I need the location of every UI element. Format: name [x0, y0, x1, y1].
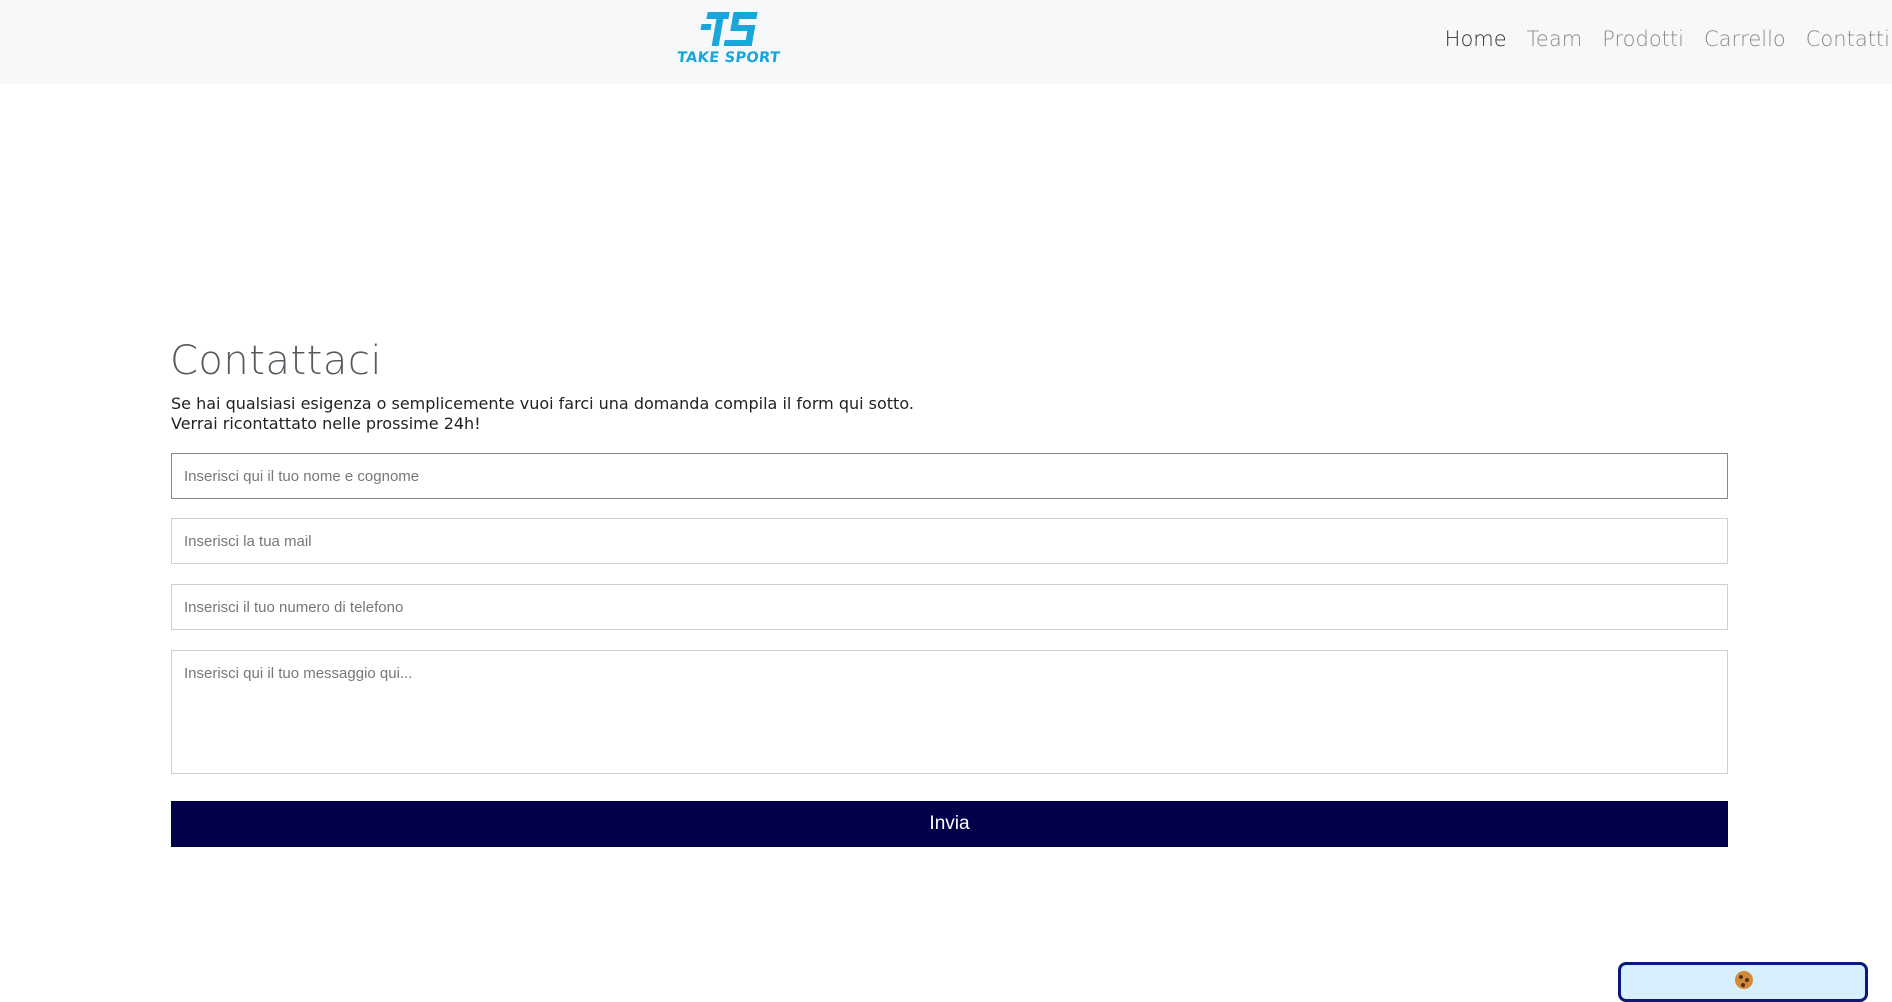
message-textarea[interactable]: [171, 650, 1728, 774]
nav-team[interactable]: Team: [1527, 24, 1583, 54]
intro-text: Se hai qualsiasi esigenza o semplicement…: [171, 394, 914, 434]
intro-line-1: Se hai qualsiasi esigenza o semplicement…: [171, 394, 914, 413]
nav-carrello[interactable]: Carrello: [1704, 24, 1786, 54]
intro-line-2: Verrai ricontattato nelle prossime 24h!: [171, 414, 481, 433]
submit-button[interactable]: Invia: [171, 801, 1728, 847]
main-nav: Home Team Prodotti Carrello Contatti: [1445, 24, 1890, 54]
nav-home[interactable]: Home: [1445, 24, 1507, 54]
footer-strip: [0, 988, 1892, 996]
site-header: TAKE SPORT Home Team Prodotti Carrello C…: [0, 0, 1892, 84]
phone-input[interactable]: [171, 584, 1728, 630]
cookie-icon[interactable]: [1735, 971, 1753, 989]
email-input[interactable]: [171, 518, 1728, 564]
cookie-banner[interactable]: [1618, 962, 1868, 1002]
logo-text: TAKE SPORT: [675, 50, 781, 66]
logo-mark-icon: [700, 12, 758, 46]
page-title: Contattaci: [170, 338, 382, 384]
nav-contatti[interactable]: Contatti: [1806, 24, 1890, 54]
name-input[interactable]: [171, 453, 1728, 499]
nav-prodotti[interactable]: Prodotti: [1602, 24, 1684, 54]
logo[interactable]: TAKE SPORT: [676, 10, 780, 72]
